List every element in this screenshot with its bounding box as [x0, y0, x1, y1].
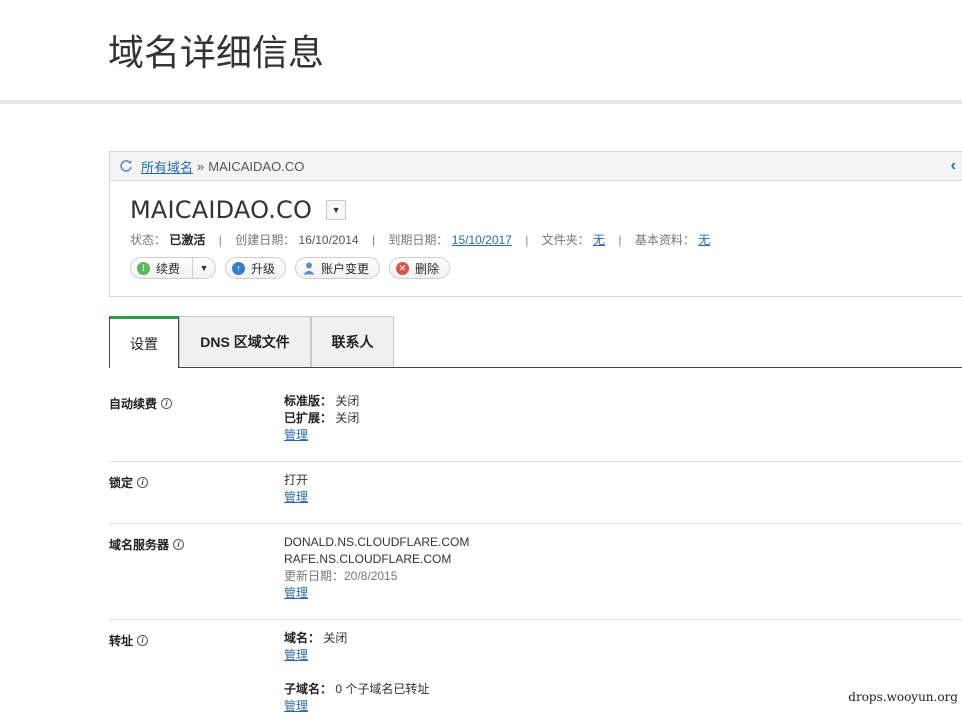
arrow-up-icon: ↑: [232, 261, 246, 275]
meta-divider: |: [218, 233, 222, 247]
page-title: 域名详细信息: [108, 33, 325, 74]
meta-divider: |: [618, 233, 622, 247]
lock-manage-link[interactable]: 管理: [284, 490, 308, 504]
nameservers-manage-link[interactable]: 管理: [284, 586, 308, 600]
meta-divider: |: [525, 233, 529, 247]
status-label: 状态：: [130, 233, 167, 247]
renew-label: 续费: [156, 261, 181, 276]
auto-renew-label: 自动续费: [109, 397, 158, 411]
meta-divider: |: [371, 233, 376, 247]
tab-settings[interactable]: 设置: [109, 316, 179, 368]
forwarding-manage-link[interactable]: 管理: [284, 648, 308, 662]
domain-meta: 状态： 已激活 | 创建日期： 16/10/2014 | 到期日期： 15/10…: [130, 231, 710, 248]
breadcrumb-all-domains-link[interactable]: 所有域名: [141, 157, 193, 176]
upgrade-button[interactable]: ↑ 升级: [225, 257, 287, 279]
info-icon[interactable]: i: [161, 398, 173, 409]
user-icon: [302, 261, 316, 275]
info-icon[interactable]: i: [137, 477, 149, 488]
lock-value: 打开: [284, 473, 309, 487]
setting-row-nameservers: 域名服务器 i DONALD.NS.CLOUDFLARE.COM RAFE.NS…: [109, 524, 962, 620]
breadcrumb-separator: »: [197, 158, 205, 174]
folder-value-link[interactable]: 无: [593, 233, 605, 247]
upgrade-label: 升级: [251, 261, 276, 276]
renew-button[interactable]: ! 续费 ▼: [130, 257, 217, 279]
chevron-left-icon[interactable]: ‹: [951, 157, 956, 175]
expiry-value-link[interactable]: 15/10/2017: [452, 233, 512, 247]
breadcrumb: 所有域名 » MAICAIDAO.CO ‹: [110, 152, 962, 181]
status-value: 已激活: [169, 233, 206, 247]
domain-dropdown-button[interactable]: ▼: [326, 200, 347, 220]
profile-label: 基本资料：: [634, 233, 695, 247]
setting-row-auto-renew: 自动续费 i 标准版： 关闭 已扩展： 关闭 管理: [109, 368, 962, 462]
extended-key: 已扩展：: [284, 411, 333, 425]
refresh-icon[interactable]: [119, 159, 133, 173]
subdomain-key: 子域名：: [284, 682, 333, 696]
subdomain-manage-link[interactable]: 管理: [284, 699, 308, 713]
lock-label: 锁定: [109, 476, 134, 490]
info-icon[interactable]: i: [173, 539, 185, 550]
tab-bar: 设置 DNS 区域文件 联系人: [109, 316, 962, 368]
delete-button[interactable]: ✕ 删除: [389, 257, 451, 279]
breadcrumb-current: MAICAIDAO.CO: [208, 158, 305, 174]
subdomain-value: 0 个子域名已转址: [335, 682, 430, 696]
setting-row-forwarding: 转址 i 域名： 关闭 管理 子域名： 0 个子域名已转址 管理: [109, 620, 962, 720]
watermark: drops.wooyun.org: [848, 690, 958, 704]
forwarding-label: 转址: [109, 634, 134, 648]
delete-icon: ✕: [396, 261, 410, 275]
forwarding-domain-key: 域名：: [284, 631, 321, 645]
nameserver-1: DONALD.NS.CLOUDFLARE.COM: [284, 535, 470, 549]
action-bar: ! 续费 ▼ ↑ 升级 账户变更 ✕ 删除: [130, 257, 451, 279]
created-value: 16/10/2014: [298, 233, 359, 247]
profile-value-link[interactable]: 无: [698, 233, 710, 247]
renew-icon: !: [137, 261, 150, 275]
setting-row-lock: 锁定 i 打开 管理: [109, 462, 962, 524]
title-divider: [0, 100, 962, 104]
domain-panel: 所有域名 » MAICAIDAO.CO ‹ MAICAIDAO.CO ▼ 状态：…: [109, 151, 962, 297]
change-account-label: 账户变更: [321, 261, 370, 276]
change-account-button[interactable]: 账户变更: [295, 257, 381, 279]
delete-label: 删除: [415, 261, 440, 276]
extended-value: 关闭: [335, 411, 360, 425]
nameservers-updated: 更新日期：20/8/2015: [284, 569, 398, 583]
renew-dropdown-caret[interactable]: ▼: [192, 258, 215, 278]
caret-down-icon: ▼: [331, 205, 341, 215]
auto-renew-manage-link[interactable]: 管理: [284, 428, 308, 442]
created-label: 创建日期：: [235, 233, 296, 247]
tab-contacts[interactable]: 联系人: [311, 316, 394, 367]
nameservers-label: 域名服务器: [109, 538, 170, 552]
standard-value: 关闭: [335, 394, 360, 408]
nameserver-2: RAFE.NS.CLOUDFLARE.COM: [284, 552, 452, 566]
standard-key: 标准版：: [284, 394, 333, 408]
tab-dns-zone-file[interactable]: DNS 区域文件: [179, 316, 311, 367]
folder-label: 文件夹：: [541, 233, 590, 247]
domain-name: MAICAIDAO.CO: [130, 196, 313, 224]
expiry-label: 到期日期：: [388, 233, 449, 247]
forwarding-domain-value: 关闭: [323, 631, 348, 645]
info-icon[interactable]: i: [137, 635, 149, 646]
